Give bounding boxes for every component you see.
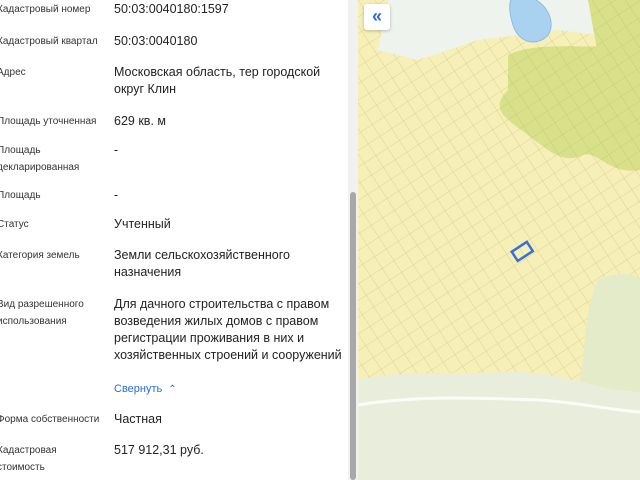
collapse-link[interactable]: Свернуть ⌃ <box>114 383 177 395</box>
value-cadastral-quarter: 50:03:0040180 <box>114 34 198 48</box>
collapse-panel-button[interactable]: « <box>364 4 390 30</box>
cadastral-map[interactable] <box>358 0 640 480</box>
label-area: Площадь <box>0 190 41 201</box>
property-info-panel: Кадастровый номер 50:03:0040180:1597 Кад… <box>0 0 358 480</box>
collapse-label[interactable]: Свернуть <box>114 383 162 395</box>
label-area-declared: Площадь декларированная <box>0 145 80 173</box>
value-permitted-use: Для дачного строительства с правом возве… <box>114 297 342 362</box>
label-permitted-use: Вид разрешенного использования <box>0 299 84 327</box>
label-cadastral-quarter: Кадастровый квартал <box>0 36 98 47</box>
label-status: Статус <box>0 219 29 230</box>
value-land-category: Земли сельскохозяйственного назначения <box>114 248 290 279</box>
value-cadastral-value: 517 912,31 руб. <box>114 443 204 457</box>
label-ownership-form: Форма собственности <box>0 414 100 425</box>
value-area: - <box>114 188 119 202</box>
value-cadastral-number: 50:03:0040180:1597 <box>114 2 229 16</box>
panel-scrollbar[interactable] <box>348 0 358 480</box>
scrollbar-thumb[interactable] <box>350 192 356 480</box>
label-cadastral-number: Кадастровый номер <box>0 4 91 15</box>
open-area-south <box>358 371 640 480</box>
map-canvas[interactable] <box>358 0 640 480</box>
value-ownership-form: Частная <box>114 412 162 426</box>
value-area-specified: 629 кв. м <box>114 114 166 128</box>
chevron-up-icon: ⌃ <box>168 384 177 395</box>
label-land-category: Категория земель <box>0 250 80 261</box>
label-area-specified: Площадь уточненная <box>0 116 97 127</box>
value-area-declared: - <box>114 143 119 157</box>
label-cadastral-value: Кадастровая стоимость <box>0 445 57 473</box>
value-address: Московская область, тер городской округ … <box>114 65 321 96</box>
value-status: Учтенный <box>114 217 171 231</box>
label-address: Адрес <box>0 67 26 78</box>
double-chevron-left-icon[interactable]: « <box>372 6 382 26</box>
